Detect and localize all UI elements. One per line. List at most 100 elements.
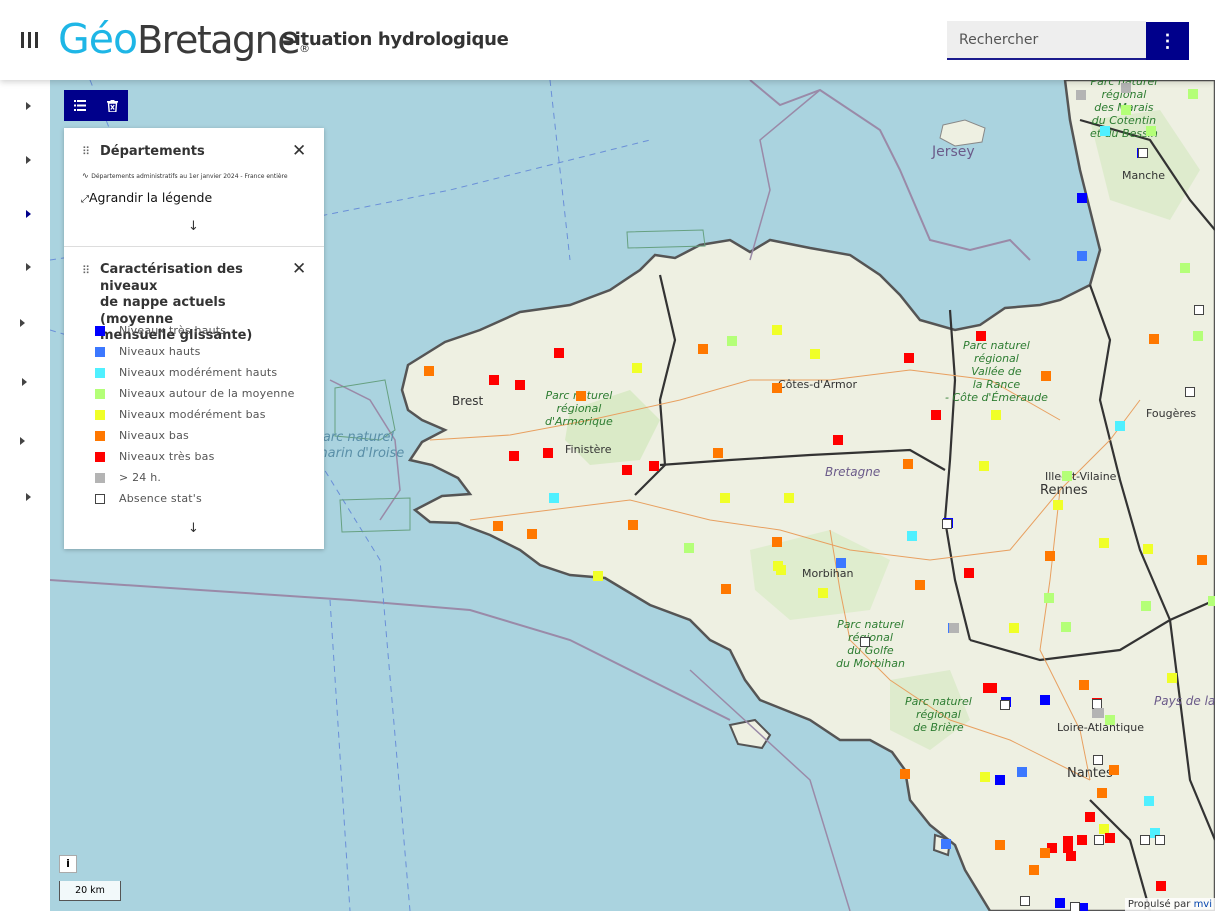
station-marker[interactable] (1040, 695, 1050, 705)
station-marker[interactable] (1144, 796, 1154, 806)
station-marker[interactable] (1070, 902, 1080, 911)
station-marker[interactable] (1094, 708, 1104, 718)
arrow-down-icon[interactable]: ↓ (188, 219, 199, 234)
layer-list-icon[interactable] (64, 90, 96, 121)
station-marker[interactable] (836, 558, 846, 568)
station-marker[interactable] (1105, 833, 1115, 843)
station-marker[interactable] (979, 461, 989, 471)
station-marker[interactable] (628, 520, 638, 530)
station-marker[interactable] (772, 383, 782, 393)
station-marker[interactable] (903, 459, 913, 469)
close-icon[interactable]: ✕ (292, 261, 306, 278)
station-marker[interactable] (527, 529, 537, 539)
station-marker[interactable] (1141, 601, 1151, 611)
drag-handle-icon[interactable]: ⠿ (82, 264, 90, 277)
station-marker[interactable] (727, 336, 737, 346)
station-marker[interactable] (860, 637, 870, 647)
arrow-down-icon[interactable]: ↓ (188, 521, 199, 536)
station-marker[interactable] (995, 840, 1005, 850)
station-marker[interactable] (915, 580, 925, 590)
station-marker[interactable] (543, 448, 553, 458)
station-marker[interactable] (949, 623, 959, 633)
station-marker[interactable] (721, 584, 731, 594)
station-marker[interactable] (593, 571, 603, 581)
search-options-button[interactable]: ⋮ (1146, 22, 1189, 60)
sidebar-expand-icon-4[interactable] (26, 263, 31, 271)
station-marker[interactable] (1208, 596, 1215, 606)
station-marker[interactable] (1197, 555, 1207, 565)
station-marker[interactable] (1156, 881, 1166, 891)
station-marker[interactable] (1097, 788, 1107, 798)
station-marker[interactable] (1143, 544, 1153, 554)
station-marker[interactable] (773, 561, 783, 571)
station-marker[interactable] (931, 410, 941, 420)
station-marker[interactable] (576, 391, 586, 401)
station-marker[interactable] (1062, 471, 1072, 481)
station-marker[interactable] (698, 344, 708, 354)
geobretagne-logo[interactable]: GéoBretagne® (58, 14, 310, 64)
station-marker[interactable] (493, 521, 503, 531)
station-marker[interactable] (632, 363, 642, 373)
station-marker[interactable] (1044, 593, 1054, 603)
station-marker[interactable] (1146, 126, 1156, 136)
station-marker[interactable] (1100, 126, 1110, 136)
station-marker[interactable] (1149, 334, 1159, 344)
station-marker[interactable] (1077, 251, 1087, 261)
station-marker[interactable] (964, 568, 974, 578)
station-marker[interactable] (1180, 263, 1190, 273)
station-marker[interactable] (720, 493, 730, 503)
sidebar-expand-icon-6[interactable] (22, 378, 27, 386)
station-marker[interactable] (1188, 89, 1198, 99)
station-marker[interactable] (1000, 700, 1010, 710)
station-marker[interactable] (1185, 387, 1195, 397)
station-marker[interactable] (784, 493, 794, 503)
station-marker[interactable] (1040, 848, 1050, 858)
attribution-link[interactable]: mvi (1194, 899, 1212, 910)
hamburger-menu-icon[interactable] (19, 29, 41, 51)
station-marker[interactable] (1009, 623, 1019, 633)
station-marker[interactable] (1115, 421, 1125, 431)
station-marker[interactable] (713, 448, 723, 458)
station-marker[interactable] (987, 683, 997, 693)
station-marker[interactable] (1079, 680, 1089, 690)
close-icon[interactable]: ✕ (292, 143, 306, 160)
info-button[interactable]: i (59, 855, 77, 873)
station-marker[interactable] (907, 531, 917, 541)
station-marker[interactable] (554, 348, 564, 358)
station-marker[interactable] (942, 519, 952, 529)
station-marker[interactable] (1045, 551, 1055, 561)
station-marker[interactable] (622, 465, 632, 475)
station-marker[interactable] (1093, 755, 1103, 765)
station-marker[interactable] (1167, 673, 1177, 683)
station-marker[interactable] (991, 410, 1001, 420)
station-marker[interactable] (976, 331, 986, 341)
station-marker[interactable] (900, 769, 910, 779)
station-marker[interactable] (1076, 90, 1086, 100)
station-marker[interactable] (1121, 105, 1131, 115)
station-marker[interactable] (489, 375, 499, 385)
sidebar-expand-icon-2[interactable] (26, 156, 31, 164)
delete-layers-icon[interactable] (96, 90, 128, 121)
station-marker[interactable] (941, 839, 951, 849)
sidebar-expand-icon-7[interactable] (20, 437, 25, 445)
station-marker[interactable] (649, 461, 659, 471)
station-marker[interactable] (833, 435, 843, 445)
station-marker[interactable] (1194, 305, 1204, 315)
station-marker[interactable] (1155, 835, 1165, 845)
station-marker[interactable] (1061, 622, 1071, 632)
station-marker[interactable] (1055, 898, 1065, 908)
station-marker[interactable] (1077, 835, 1087, 845)
station-marker[interactable] (1063, 836, 1073, 846)
sidebar-expand-icon-3[interactable] (26, 210, 31, 218)
station-marker[interactable] (1041, 371, 1051, 381)
station-marker[interactable] (1138, 148, 1148, 158)
station-marker[interactable] (549, 493, 559, 503)
station-marker[interactable] (509, 451, 519, 461)
station-marker[interactable] (1077, 193, 1087, 203)
drag-handle-icon[interactable]: ⠿ (82, 145, 90, 158)
station-marker[interactable] (1109, 765, 1119, 775)
station-marker[interactable] (515, 380, 525, 390)
station-marker[interactable] (1053, 500, 1063, 510)
station-marker[interactable] (980, 772, 990, 782)
station-marker[interactable] (1094, 835, 1104, 845)
